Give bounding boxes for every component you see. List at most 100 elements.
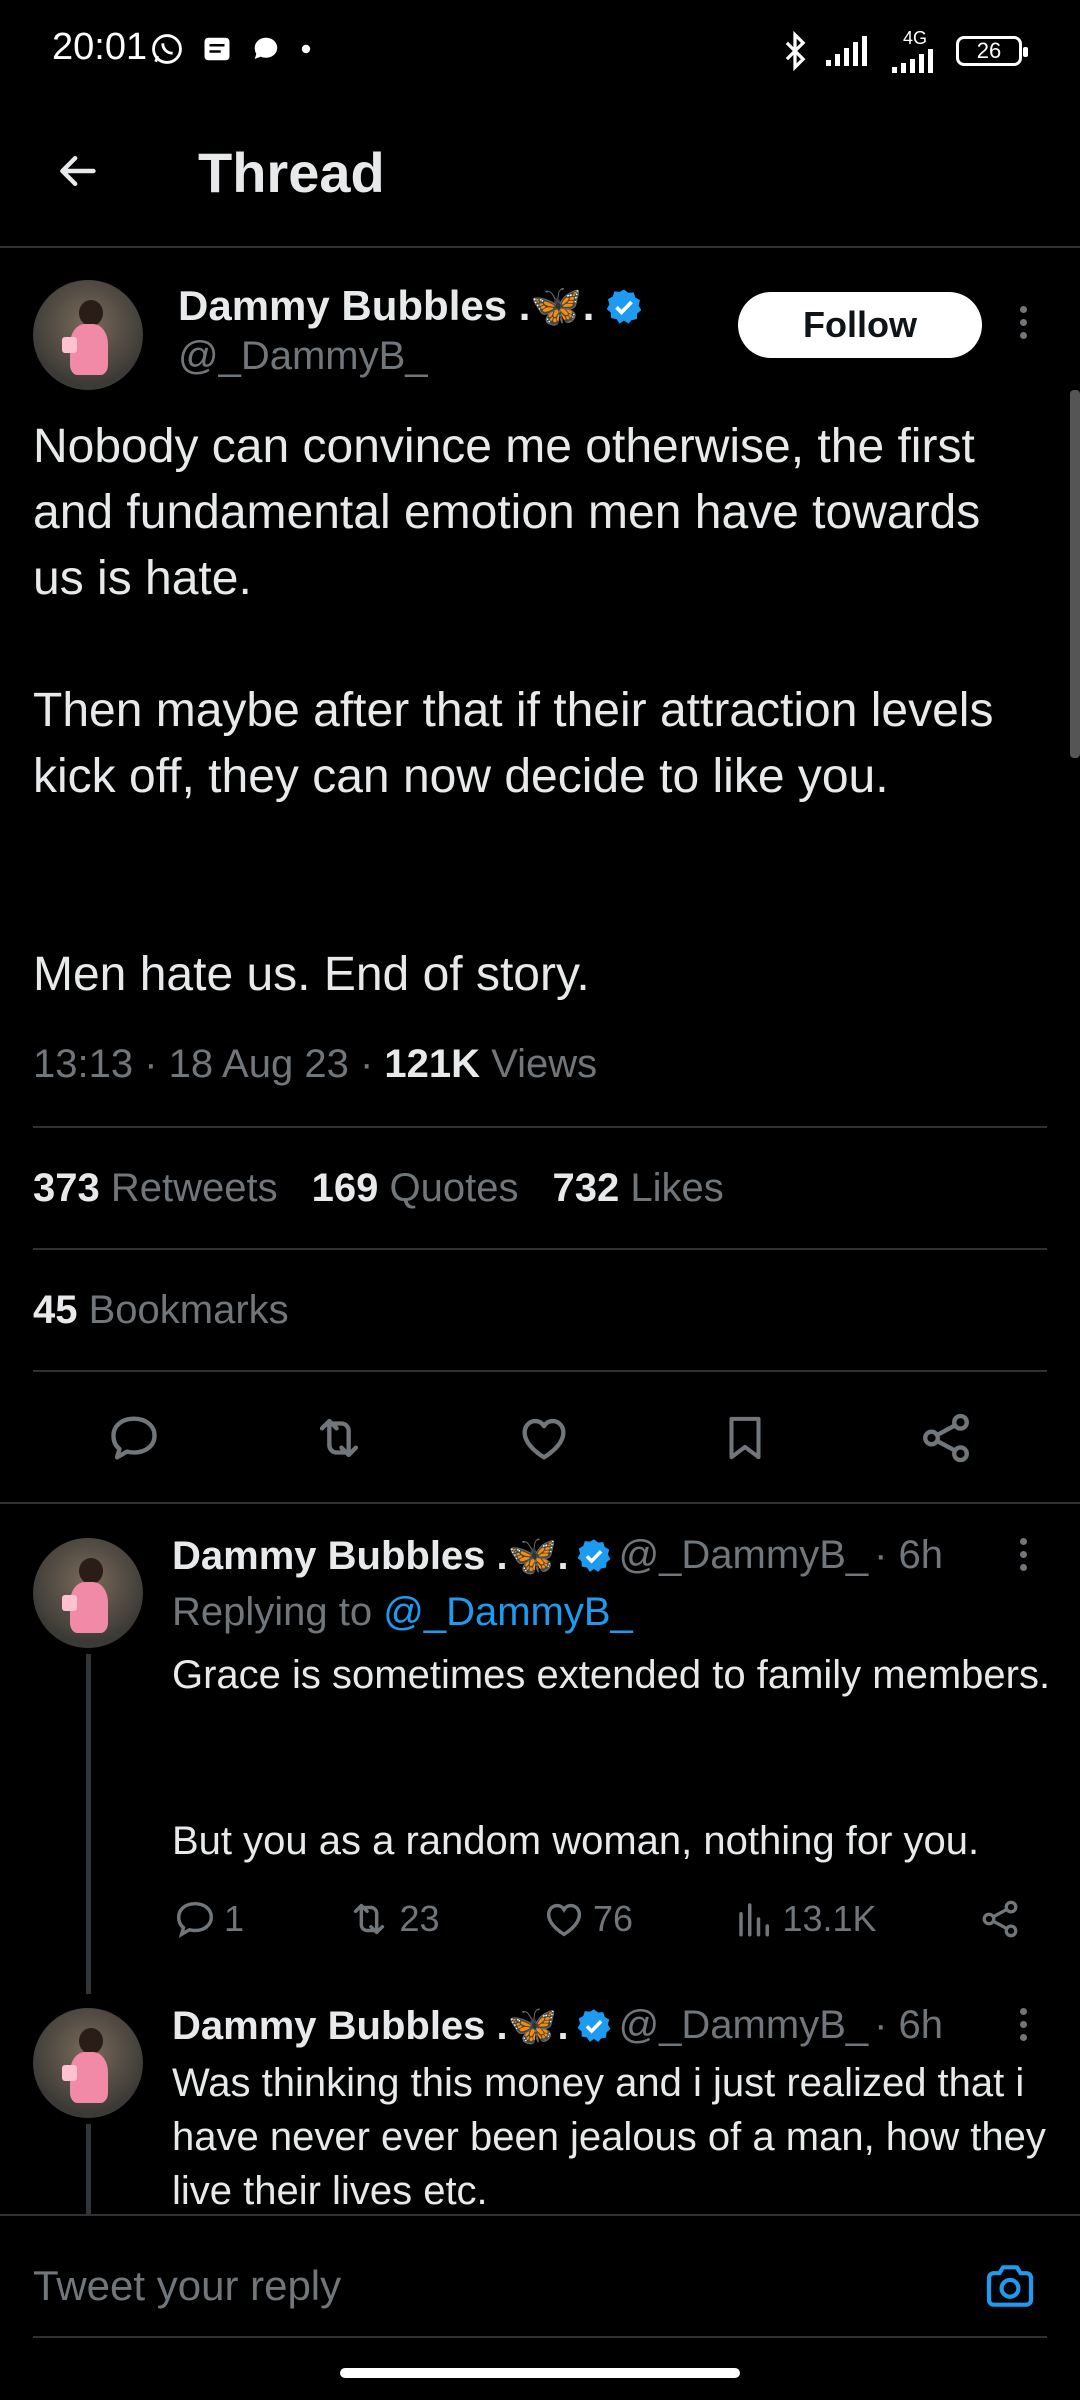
- bookmark-button[interactable]: [718, 1409, 772, 1467]
- retweets-count: 373: [33, 1166, 100, 1210]
- more-vertical-icon: [1020, 306, 1027, 313]
- like-button[interactable]: [515, 1409, 573, 1467]
- reply-like-button[interactable]: 76: [541, 1896, 633, 1942]
- author-handle[interactable]: @_DammyB_: [178, 334, 428, 379]
- retweet-icon: [354, 1903, 385, 1935]
- reply-comment-count: 1: [224, 1898, 245, 1939]
- more-options-button[interactable]: [1020, 306, 1027, 339]
- quotes-label: Quotes: [389, 1166, 519, 1210]
- divider: [33, 1126, 1047, 1128]
- retweets-label: Retweets: [110, 1166, 278, 1210]
- follow-button[interactable]: Follow: [738, 292, 982, 358]
- reply-avatar[interactable]: [33, 1538, 143, 1648]
- signal-4g-icon: [892, 49, 933, 73]
- message-app-icon: [204, 37, 230, 61]
- thread-connector: [86, 2124, 91, 2214]
- tweet-paragraph: Then maybe after that if their attractio…: [33, 684, 994, 803]
- reply-action-bar: 1 23 76 13.1K: [172, 1896, 1022, 1942]
- reply-more-options-button[interactable]: [1020, 2008, 1027, 2041]
- reply-paragraph: But you as a random woman, nothing for y…: [172, 1819, 980, 1863]
- retweets-stat[interactable]: 373 Retweets: [33, 1166, 278, 1211]
- likes-count: 732: [552, 1166, 620, 1210]
- chat-bubble-icon: [254, 37, 278, 59]
- reply-views-count: 13.1K: [782, 1898, 877, 1939]
- engagement-stats: 373 Retweets 169 Quotes 732 Likes: [33, 1166, 724, 1211]
- tweet-date: 18 Aug 23: [168, 1042, 349, 1086]
- tweet-paragraph: Men hate us. End of story.: [33, 948, 590, 1001]
- bookmark-icon: [729, 1416, 761, 1460]
- author-name[interactable]: Dammy Bubbles .🦋.: [178, 282, 594, 331]
- reply-avatar[interactable]: [33, 2008, 143, 2118]
- more-vertical-icon: [1020, 2008, 1027, 2015]
- likes-stat[interactable]: 732 Likes: [552, 1166, 723, 1211]
- views-label[interactable]: Views: [491, 1042, 597, 1086]
- page-title: Thread: [198, 141, 385, 204]
- more-vertical-icon: [1020, 1538, 1027, 1545]
- reply-paragraph: Grace is sometimes extended to family me…: [172, 1653, 1051, 1697]
- reply-like-count: 76: [592, 1898, 633, 1939]
- verified-badge-icon: [607, 289, 642, 324]
- reply-author-name[interactable]: Dammy Bubbles .🦋.: [172, 1532, 569, 1579]
- reply-handle[interactable]: @_DammyB_: [619, 2003, 869, 2048]
- reply-comment-button[interactable]: 1: [172, 1896, 244, 1942]
- reply-author-name[interactable]: Dammy Bubbles .🦋.: [172, 2002, 569, 2049]
- arrow-left-icon: [60, 155, 96, 187]
- author-avatar[interactable]: [33, 280, 143, 390]
- reply-retweet-button[interactable]: 23: [345, 1896, 440, 1942]
- dot-icon: [301, 44, 311, 54]
- tweet-action-bar: [0, 1398, 1080, 1478]
- back-button[interactable]: [42, 136, 112, 206]
- bluetooth-icon: [785, 30, 806, 71]
- verified-badge-icon: [577, 2008, 611, 2042]
- reply-age: · 6h: [874, 1533, 944, 1577]
- views-count[interactable]: 121K: [384, 1042, 480, 1086]
- replying-to-link[interactable]: @_DammyB_: [383, 1590, 633, 1634]
- author-name-row[interactable]: Dammy Bubbles .🦋.: [178, 282, 644, 331]
- share-button[interactable]: [917, 1409, 975, 1467]
- reply-handle[interactable]: @_DammyB_: [619, 1533, 869, 1578]
- reply-retweet-count: 23: [399, 1898, 440, 1939]
- signal-4g-indicator: 4G: [890, 28, 940, 73]
- battery-indicator: 26: [956, 35, 1028, 66]
- status-system-icons: 4G 26: [782, 28, 1028, 73]
- quotes-stat[interactable]: 169 Quotes: [312, 1166, 519, 1211]
- reply-age: · 6h: [874, 2003, 944, 2047]
- bookmarks-count: 45: [33, 1288, 78, 1332]
- bookmarks-stats[interactable]: 45 Bookmarks: [33, 1288, 289, 1333]
- reply-more-options-button[interactable]: [1020, 1538, 1027, 1571]
- thread-connector: [86, 1654, 91, 1994]
- comment-icon: [176, 1901, 214, 1938]
- composer-divider: [0, 2214, 1080, 2216]
- composer-underline: [33, 2336, 1047, 2338]
- retweet-button[interactable]: [308, 1409, 370, 1467]
- reply-input[interactable]: Tweet your reply: [33, 2262, 341, 2310]
- divider: [0, 1502, 1080, 1504]
- signal-icon: [826, 35, 867, 66]
- camera-button[interactable]: [980, 2258, 1040, 2314]
- scrollbar[interactable]: [1070, 390, 1080, 758]
- status-time: 20:01: [52, 26, 148, 68]
- camera-icon: [986, 2265, 1034, 2307]
- reply-header[interactable]: Dammy Bubbles .🦋. @_DammyB_ · 6h: [172, 2002, 943, 2049]
- reply-button[interactable]: [105, 1409, 163, 1467]
- retweet-icon: [319, 1418, 358, 1458]
- quotes-count: 169: [311, 1166, 379, 1210]
- header-divider: [0, 246, 1080, 248]
- heart-icon: [546, 1903, 582, 1937]
- status-notification-icons: [150, 32, 312, 66]
- reply-share-button[interactable]: [978, 1897, 1022, 1941]
- reply-header[interactable]: Dammy Bubbles .🦋. @_DammyB_ · 6h: [172, 1532, 943, 1579]
- divider: [33, 1370, 1047, 1372]
- tweet-metadata: 13:13 · 18 Aug 23 · 121K Views: [33, 1042, 598, 1086]
- bookmarks-label: Bookmarks: [88, 1288, 289, 1332]
- reply-views-button[interactable]: 13.1K: [734, 1898, 877, 1940]
- replying-prefix: Replying to: [172, 1590, 373, 1634]
- share-icon: [923, 1413, 970, 1463]
- tweet-time: 13:13: [33, 1042, 134, 1086]
- reply-paragraph: Was thinking this money and i just reali…: [172, 2061, 1046, 2213]
- likes-label: Likes: [630, 1166, 724, 1210]
- comment-icon: [110, 1416, 157, 1460]
- verified-badge-icon: [577, 1538, 611, 1572]
- replying-to-line: Replying to @_DammyB_: [172, 1590, 633, 1635]
- home-gesture-bar[interactable]: [340, 2368, 740, 2378]
